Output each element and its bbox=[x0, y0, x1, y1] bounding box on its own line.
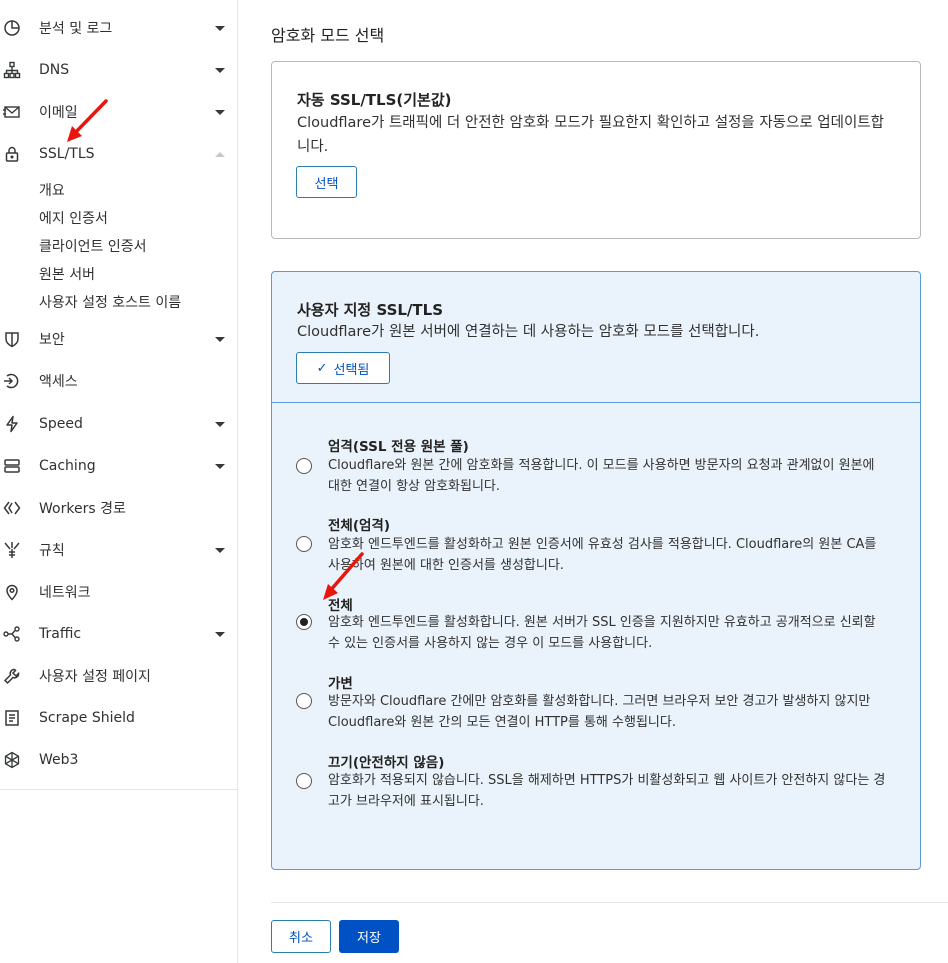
access-icon bbox=[3, 372, 21, 390]
email-icon bbox=[3, 103, 21, 121]
sidebar-item-speed[interactable]: Speed bbox=[0, 404, 238, 444]
sidebar-item-access[interactable]: 액세스 bbox=[0, 361, 238, 401]
chevron-down-icon bbox=[215, 547, 225, 553]
sidebar-divider bbox=[0, 789, 238, 790]
sidebar-item-label: 이메일 bbox=[39, 105, 78, 121]
auto-ssl-description: Cloudflare가 트래픽에 더 안전한 암호화 모드가 필요한지 확인하고… bbox=[297, 115, 884, 155]
footer-divider bbox=[271, 902, 948, 903]
sidebar-item-ssl-tls[interactable]: SSL/TLS bbox=[0, 134, 238, 174]
option-title: 전체(엄격) bbox=[328, 518, 391, 534]
radio-full[interactable] bbox=[296, 614, 312, 630]
option-description: 암호화가 적용되지 않습니다. SSL을 해제하면 HTTPS가 비활성화되고 … bbox=[328, 773, 886, 809]
card-divider bbox=[272, 402, 920, 403]
custom-ssl-description: Cloudflare가 원본 서버에 연결하는 데 사용하는 암호화 모드를 선… bbox=[297, 324, 760, 340]
custom-ssl-title: 사용자 지정 SSL/TLS bbox=[297, 301, 444, 319]
option-description: 암호화 엔드투엔드를 활성화합니다. 원본 서버가 SSL 인증을 지원하지만 … bbox=[328, 615, 876, 651]
auto-ssl-select-button[interactable]: 선택 bbox=[296, 166, 357, 198]
save-button[interactable]: 저장 bbox=[339, 920, 399, 953]
analytics-icon bbox=[3, 19, 21, 37]
lock-icon bbox=[3, 145, 21, 163]
sidebar-subitem-origin-server[interactable]: 원본 서버 bbox=[39, 264, 95, 284]
location-pin-icon bbox=[3, 583, 21, 601]
sidebar-item-label: Web3 bbox=[39, 752, 79, 768]
sidebar-item-label: 액세스 bbox=[39, 374, 78, 390]
sidebar-item-label: DNS bbox=[39, 62, 70, 78]
sidebar-item-traffic[interactable]: Traffic bbox=[0, 614, 238, 654]
sidebar-item-label: SSL/TLS bbox=[39, 146, 95, 162]
chevron-down-icon bbox=[215, 67, 225, 73]
option-title: 끄기(안전하지 않음) bbox=[328, 755, 445, 771]
sidebar-item-network[interactable]: 네트워크 bbox=[0, 572, 238, 612]
sidebar-item-label: 분석 및 로그 bbox=[39, 21, 113, 37]
sidebar-item-label: 사용자 설정 페이지 bbox=[39, 669, 151, 685]
page-title: 암호화 모드 선택 bbox=[271, 26, 385, 45]
auto-ssl-card: 자동 SSL/TLS(기본값) Cloudflare가 트래픽에 더 안전한 암… bbox=[271, 61, 921, 239]
custom-ssl-card: 사용자 지정 SSL/TLS Cloudflare가 원본 서버에 연결하는 데… bbox=[271, 271, 921, 870]
sidebar-item-caching[interactable]: Caching bbox=[0, 446, 238, 486]
sidebar-item-label: Workers 경로 bbox=[39, 501, 126, 517]
sidebar-item-security[interactable]: 보안 bbox=[0, 319, 238, 359]
caching-icon bbox=[3, 457, 21, 475]
auto-ssl-title: 자동 SSL/TLS(기본값) bbox=[297, 91, 452, 109]
option-description: 암호화 엔드투엔드를 활성화하고 원본 인증서에 유효성 검사를 적용합니다. … bbox=[328, 537, 877, 573]
chevron-down-icon bbox=[215, 25, 225, 31]
chevron-down-icon bbox=[215, 421, 225, 427]
radio-off[interactable] bbox=[296, 773, 312, 789]
document-icon bbox=[3, 709, 21, 727]
shield-icon bbox=[3, 330, 21, 348]
option-description: 방문자와 Cloudflare 간에만 암호화를 활성화합니다. 그러면 브라우… bbox=[328, 694, 871, 730]
dns-icon bbox=[3, 61, 21, 79]
check-icon: ✓ bbox=[316, 360, 328, 376]
wrench-icon bbox=[3, 667, 21, 685]
option-title: 엄격(SSL 전용 원본 풀) bbox=[328, 439, 469, 455]
sidebar-subitem-overview[interactable]: 개요 bbox=[39, 180, 65, 200]
custom-ssl-selected-label: 선택됨 bbox=[333, 362, 370, 378]
option-title: 가변 bbox=[328, 676, 353, 692]
sidebar-subitem-custom-hostnames[interactable]: 사용자 설정 호스트 이름 bbox=[39, 292, 181, 312]
sidebar-item-label: Traffic bbox=[39, 626, 82, 642]
web3-icon bbox=[3, 751, 21, 769]
sidebar-subitem-client-certificates[interactable]: 클라이언트 인증서 bbox=[39, 236, 147, 256]
sidebar-subitem-edge-certificates[interactable]: 에지 인증서 bbox=[39, 208, 108, 228]
sidebar-item-rules[interactable]: 규칙 bbox=[0, 530, 238, 570]
chevron-down-icon bbox=[215, 631, 225, 637]
radio-strict-ssl-only[interactable] bbox=[296, 458, 312, 474]
sidebar-item-scrape-shield[interactable]: Scrape Shield bbox=[0, 698, 238, 738]
sidebar-item-workers-routes[interactable]: Workers 경로 bbox=[0, 488, 238, 528]
sidebar-item-label: Speed bbox=[39, 416, 83, 432]
workers-icon bbox=[3, 499, 21, 517]
sidebar-item-label: Caching bbox=[39, 458, 96, 474]
sidebar-item-analytics[interactable]: 분석 및 로그 bbox=[0, 8, 238, 48]
sidebar: 분석 및 로그 DNS 이메일 SSL/TLS 개요 에지 인증서 클라이언트 … bbox=[0, 0, 238, 963]
rules-icon bbox=[3, 541, 21, 559]
option-description: Cloudflare와 원본 간에 암호화를 적용합니다. 이 모드를 사용하면… bbox=[328, 458, 875, 494]
sidebar-item-label: 보안 bbox=[39, 332, 65, 348]
sidebar-item-dns[interactable]: DNS bbox=[0, 50, 238, 90]
radio-full-strict[interactable] bbox=[296, 536, 312, 552]
sidebar-item-email[interactable]: 이메일 bbox=[0, 92, 238, 132]
option-title: 전체 bbox=[328, 598, 353, 614]
sidebar-item-label: 네트워크 bbox=[39, 585, 91, 601]
chevron-up-icon bbox=[215, 151, 225, 157]
chevron-down-icon bbox=[215, 109, 225, 115]
custom-ssl-selected-button[interactable]: ✓ 선택됨 bbox=[296, 352, 390, 384]
chevron-down-icon bbox=[215, 336, 225, 342]
sidebar-item-label: 규칙 bbox=[39, 543, 65, 559]
radio-flexible[interactable] bbox=[296, 693, 312, 709]
chevron-down-icon bbox=[215, 463, 225, 469]
cancel-button[interactable]: 취소 bbox=[271, 920, 331, 953]
bolt-icon bbox=[3, 415, 21, 433]
sidebar-item-web3[interactable]: Web3 bbox=[0, 740, 238, 780]
sidebar-item-custom-pages[interactable]: 사용자 설정 페이지 bbox=[0, 656, 238, 696]
sidebar-item-label: Scrape Shield bbox=[39, 710, 135, 726]
traffic-icon bbox=[3, 625, 21, 643]
